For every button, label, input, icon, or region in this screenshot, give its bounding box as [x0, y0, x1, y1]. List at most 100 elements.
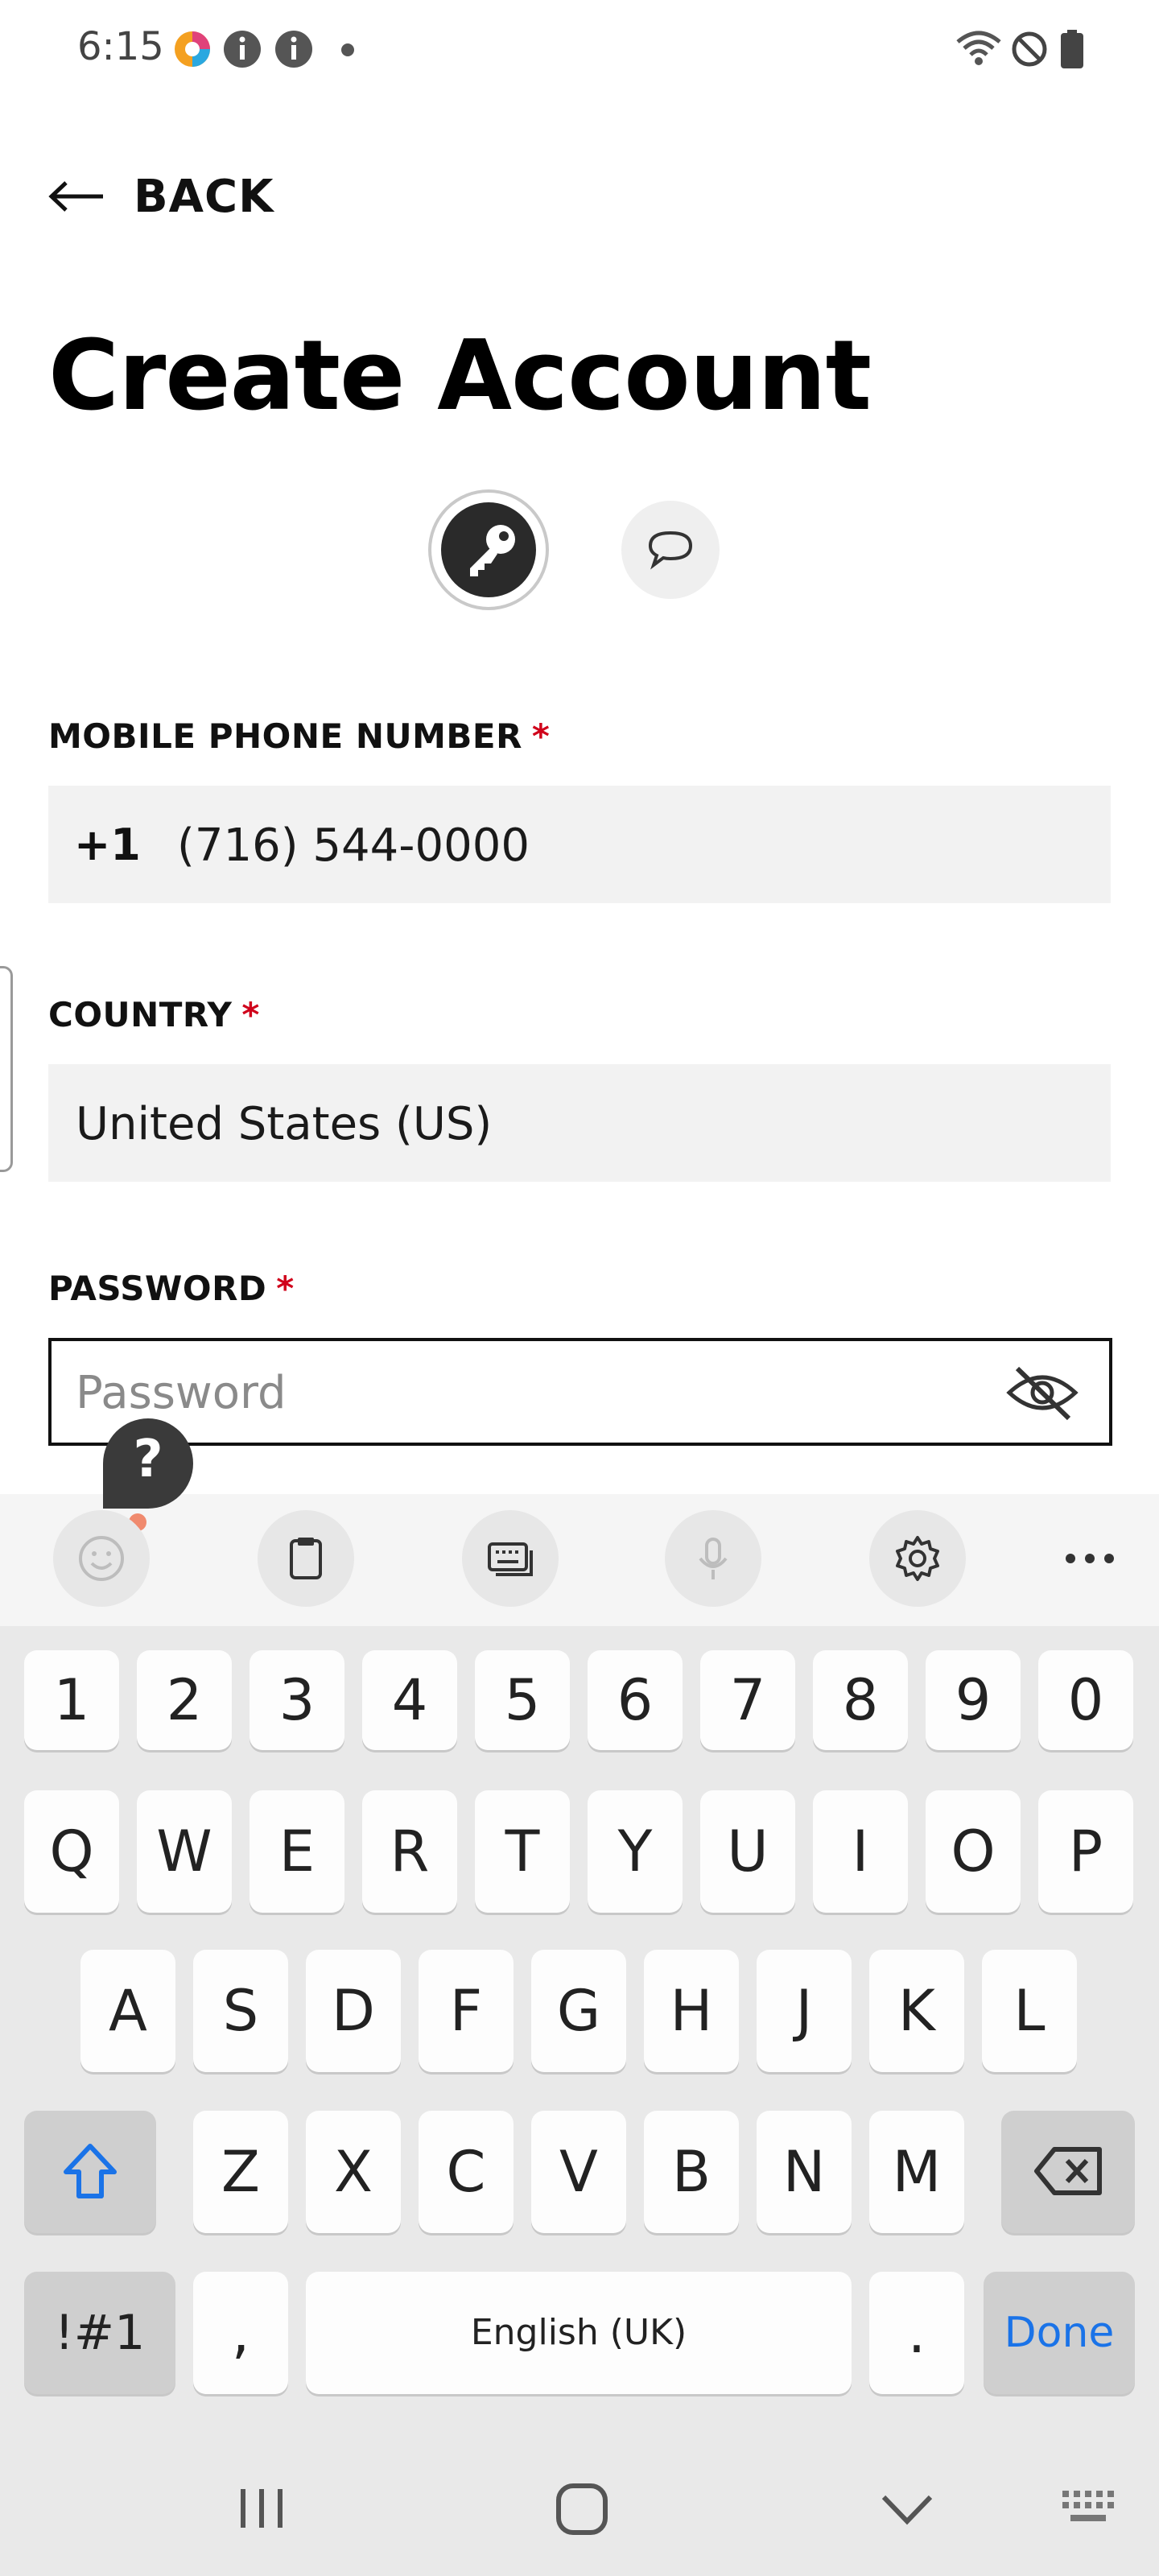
info-notification-icon: [224, 31, 261, 68]
keyboard-toolbar: [0, 1494, 1159, 1626]
key-l[interactable]: L: [982, 1950, 1077, 2072]
page-title: Create Account: [48, 320, 872, 432]
clipboard-button[interactable]: [258, 1510, 354, 1607]
key-e[interactable]: E: [250, 1790, 344, 1913]
password-field[interactable]: [48, 1338, 1112, 1446]
key-3[interactable]: 3: [250, 1650, 344, 1750]
key-c[interactable]: C: [419, 2111, 514, 2233]
country-label-text: COUNTRY: [48, 995, 233, 1034]
arrow-left-icon: [48, 181, 103, 212]
phone-field[interactable]: +1 (716) 544-0000: [48, 786, 1111, 903]
key-1[interactable]: 1: [24, 1650, 119, 1750]
wifi-icon: [956, 31, 1001, 65]
key-u[interactable]: U: [700, 1790, 795, 1913]
key-x[interactable]: X: [306, 2111, 401, 2233]
key-b[interactable]: B: [644, 2111, 739, 2233]
help-label: ?: [133, 1430, 163, 1489]
key-0[interactable]: 0: [1038, 1650, 1133, 1750]
settings-icon: [896, 1536, 939, 1581]
key-t[interactable]: T: [475, 1790, 570, 1913]
backspace-icon: [1034, 2147, 1102, 2195]
country-select[interactable]: United States (US): [48, 1064, 1111, 1182]
country-code: +1: [74, 819, 141, 870]
key-k[interactable]: K: [869, 1950, 964, 2072]
key-j[interactable]: J: [757, 1950, 852, 2072]
do-not-disturb-icon: [1012, 31, 1047, 67]
key-d[interactable]: D: [306, 1950, 401, 2072]
key-y[interactable]: Y: [588, 1790, 683, 1913]
microphone-icon: [699, 1538, 728, 1579]
key-p[interactable]: P: [1038, 1790, 1133, 1913]
key-6[interactable]: 6: [588, 1650, 683, 1750]
key-icon: [470, 525, 515, 576]
phone-value: (716) 544-0000: [177, 819, 530, 872]
more-icon: [1066, 1554, 1114, 1563]
password-label: PASSWORD *: [48, 1269, 295, 1308]
key-m[interactable]: M: [869, 2111, 964, 2233]
key-o[interactable]: O: [926, 1790, 1021, 1913]
shift-key[interactable]: [24, 2111, 156, 2233]
key-g[interactable]: G: [531, 1950, 626, 2072]
required-mark: *: [276, 1269, 295, 1308]
key-9[interactable]: 9: [926, 1650, 1021, 1750]
back-button[interactable]: BACK: [48, 158, 290, 235]
key-8[interactable]: 8: [813, 1650, 908, 1750]
key-w[interactable]: W: [137, 1790, 232, 1913]
key-2[interactable]: 2: [137, 1650, 232, 1750]
key-7[interactable]: 7: [700, 1650, 795, 1750]
key-h[interactable]: H: [644, 1950, 739, 2072]
phone-label: MOBILE PHONE NUMBER *: [48, 716, 550, 756]
required-mark: *: [531, 716, 551, 756]
chat-bubble-icon: [648, 530, 693, 570]
emoji-icon: [79, 1536, 124, 1581]
done-key[interactable]: Done: [984, 2272, 1135, 2394]
help-button[interactable]: ?: [103, 1418, 193, 1509]
required-mark: *: [241, 995, 260, 1034]
key-i[interactable]: I: [813, 1790, 908, 1913]
key-f[interactable]: F: [419, 1950, 514, 2072]
voice-input-button[interactable]: [665, 1510, 761, 1607]
backspace-key[interactable]: [1001, 2111, 1135, 2233]
key-q[interactable]: Q: [24, 1790, 119, 1913]
password-input[interactable]: [76, 1360, 977, 1425]
emoji-button[interactable]: [53, 1510, 150, 1607]
battery-icon: [1061, 30, 1083, 68]
key-v[interactable]: V: [531, 2111, 626, 2233]
keyboard-switch-icon[interactable]: [1059, 2487, 1124, 2531]
hide-keyboard-icon[interactable]: [879, 2489, 935, 2529]
app-notification-icon: [175, 31, 210, 67]
on-screen-keyboard: [0, 1626, 1159, 2576]
status-bar: 6:15: [0, 0, 1159, 97]
eye-off-icon[interactable]: [1006, 1362, 1079, 1423]
period-key[interactable]: .: [869, 2272, 964, 2394]
shift-arrow-icon: [64, 2144, 117, 2198]
key-5[interactable]: 5: [475, 1650, 570, 1750]
key-r[interactable]: R: [362, 1790, 457, 1913]
keyboard-mode-icon: [488, 1542, 533, 1576]
phone-label-text: MOBILE PHONE NUMBER: [48, 716, 522, 756]
space-key[interactable]: English (UK): [306, 2272, 852, 2394]
recent-apps-icon[interactable]: [233, 2484, 290, 2533]
side-edge-handle[interactable]: [0, 966, 13, 1172]
more-options-button[interactable]: [1043, 1526, 1140, 1591]
symbols-key[interactable]: !#1: [24, 2272, 175, 2394]
key-4[interactable]: 4: [362, 1650, 457, 1750]
password-label-text: PASSWORD: [48, 1269, 267, 1308]
key-a[interactable]: A: [80, 1950, 175, 2072]
key-n[interactable]: N: [757, 2111, 852, 2233]
keyboard-mode-button[interactable]: [462, 1510, 559, 1607]
key-s[interactable]: S: [193, 1950, 288, 2072]
key-z[interactable]: Z: [193, 2111, 288, 2233]
sms-method-toggle[interactable]: [621, 501, 720, 599]
clipboard-icon: [290, 1538, 322, 1579]
country-label: COUNTRY *: [48, 995, 260, 1034]
password-method-toggle[interactable]: [428, 489, 549, 610]
more-notifications-dot: [341, 43, 354, 56]
keyboard-settings-button[interactable]: [869, 1510, 966, 1607]
back-label: BACK: [134, 170, 274, 223]
status-time: 6:15: [77, 24, 164, 69]
info-notification-icon-2: [275, 31, 312, 68]
home-icon[interactable]: [554, 2481, 610, 2537]
country-value: United States (US): [76, 1098, 493, 1150]
comma-key[interactable]: ,: [193, 2272, 288, 2394]
